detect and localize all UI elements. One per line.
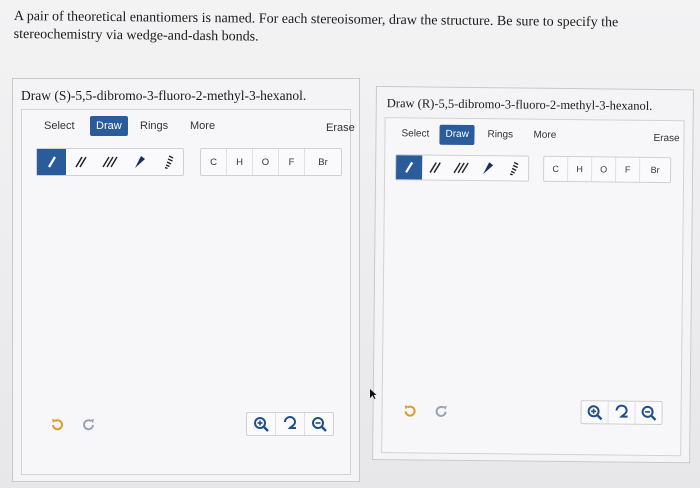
- triple-bond-button[interactable]: [95, 149, 124, 175]
- atom-o-button[interactable]: O: [253, 149, 279, 175]
- single-bond-button[interactable]: [37, 149, 66, 175]
- atom-h-button[interactable]: H: [227, 149, 253, 175]
- undo-button[interactable]: [46, 414, 68, 436]
- atom-o-button[interactable]: O: [592, 157, 617, 182]
- history-tools: [46, 414, 100, 436]
- history-tools: [398, 400, 452, 423]
- zoom-out-button[interactable]: [635, 402, 661, 424]
- panel-r-isomer: Draw (R)-5,5-dibromo-3-fluoro-2-methyl-3…: [372, 86, 694, 464]
- zoom-in-icon: [254, 417, 269, 432]
- tab-draw[interactable]: Draw: [439, 124, 475, 146]
- zoom-in-button[interactable]: [581, 401, 609, 424]
- atom-tools: C H O F Br: [543, 155, 672, 184]
- reset-zoom-icon: [284, 416, 297, 429]
- mouse-cursor-icon: [369, 387, 377, 405]
- tab-select[interactable]: Select: [395, 124, 435, 144]
- tab-rings[interactable]: Rings: [134, 116, 174, 136]
- undo-icon: [52, 419, 63, 431]
- tool-tabs: Select Draw Rings More Erase: [385, 118, 683, 151]
- triple-bond-icon: [101, 156, 118, 168]
- erase-button[interactable]: Erase: [653, 133, 679, 144]
- atom-c-button[interactable]: C: [201, 149, 227, 175]
- double-bond-icon: [429, 162, 441, 174]
- page: A pair of theoretical enantiomers is nam…: [0, 0, 700, 488]
- atom-h-button[interactable]: H: [568, 157, 593, 182]
- zoom-in-icon: [587, 405, 603, 421]
- zoom-in-button[interactable]: [247, 413, 276, 435]
- double-bond-icon: [74, 156, 87, 168]
- atom-br-button[interactable]: Br: [305, 149, 341, 175]
- panel-title-s: Draw (S)-5,5-dibromo-3-fluoro-2-methyl-3…: [21, 88, 307, 103]
- dash-bond-button[interactable]: [153, 149, 182, 175]
- question-text: A pair of theoretical enantiomers is nam…: [13, 8, 619, 45]
- atom-f-button[interactable]: F: [616, 157, 641, 182]
- single-bond-icon: [405, 161, 414, 173]
- reset-zoom-icon: [615, 404, 628, 418]
- dash-bond-button[interactable]: [500, 156, 526, 180]
- reset-zoom-button[interactable]: [276, 413, 305, 435]
- dash-bond-icon: [509, 161, 519, 176]
- drawing-canvas-r[interactable]: Select Draw Rings More Erase C H O F Br: [381, 117, 685, 457]
- redo-button[interactable]: [78, 414, 100, 436]
- triple-bond-icon: [453, 162, 469, 174]
- atom-c-button[interactable]: C: [544, 156, 569, 182]
- zoom-tools: [580, 400, 663, 426]
- triple-bond-button[interactable]: [448, 156, 474, 180]
- dash-bond-icon: [164, 155, 173, 170]
- tool-tabs: Select Draw Rings More Erase: [22, 110, 355, 140]
- redo-icon: [83, 419, 94, 431]
- zoom-out-button[interactable]: [305, 413, 333, 435]
- wedge-bond-button[interactable]: [124, 149, 153, 175]
- undo-icon: [404, 405, 416, 417]
- bond-tools: [395, 154, 530, 182]
- tab-rings[interactable]: Rings: [481, 125, 519, 145]
- tab-draw[interactable]: Draw: [90, 116, 128, 136]
- single-bond-icon: [47, 156, 56, 168]
- erase-button[interactable]: Erase: [326, 122, 355, 134]
- tab-more[interactable]: More: [184, 116, 221, 136]
- redo-button[interactable]: [430, 401, 452, 423]
- drawing-canvas-s[interactable]: Select Draw Rings More Erase C H O F Br: [21, 109, 355, 475]
- tab-select[interactable]: Select: [38, 116, 81, 136]
- wedge-bond-icon: [134, 156, 145, 168]
- single-bond-button[interactable]: [396, 155, 423, 180]
- double-bond-button[interactable]: [422, 155, 448, 179]
- atom-f-button[interactable]: F: [279, 149, 305, 175]
- atom-br-button[interactable]: Br: [640, 158, 670, 182]
- wedge-bond-icon: [483, 162, 494, 175]
- atom-tools: C H O F Br: [200, 148, 342, 176]
- tab-more[interactable]: More: [527, 126, 562, 146]
- redo-icon: [435, 405, 447, 417]
- zoom-tools: [246, 412, 334, 436]
- panel-s-isomer: Draw (S)-5,5-dibromo-3-fluoro-2-methyl-3…: [12, 78, 360, 482]
- panel-title-r: Draw (R)-5,5-dibromo-3-fluoro-2-methyl-3…: [386, 96, 653, 113]
- undo-button[interactable]: [398, 400, 420, 422]
- double-bond-button[interactable]: [66, 149, 95, 175]
- reset-zoom-button[interactable]: [608, 401, 636, 424]
- wedge-bond-button[interactable]: [474, 156, 500, 180]
- zoom-out-icon: [312, 417, 327, 432]
- zoom-out-icon: [641, 405, 657, 421]
- bond-tools: [36, 148, 184, 176]
